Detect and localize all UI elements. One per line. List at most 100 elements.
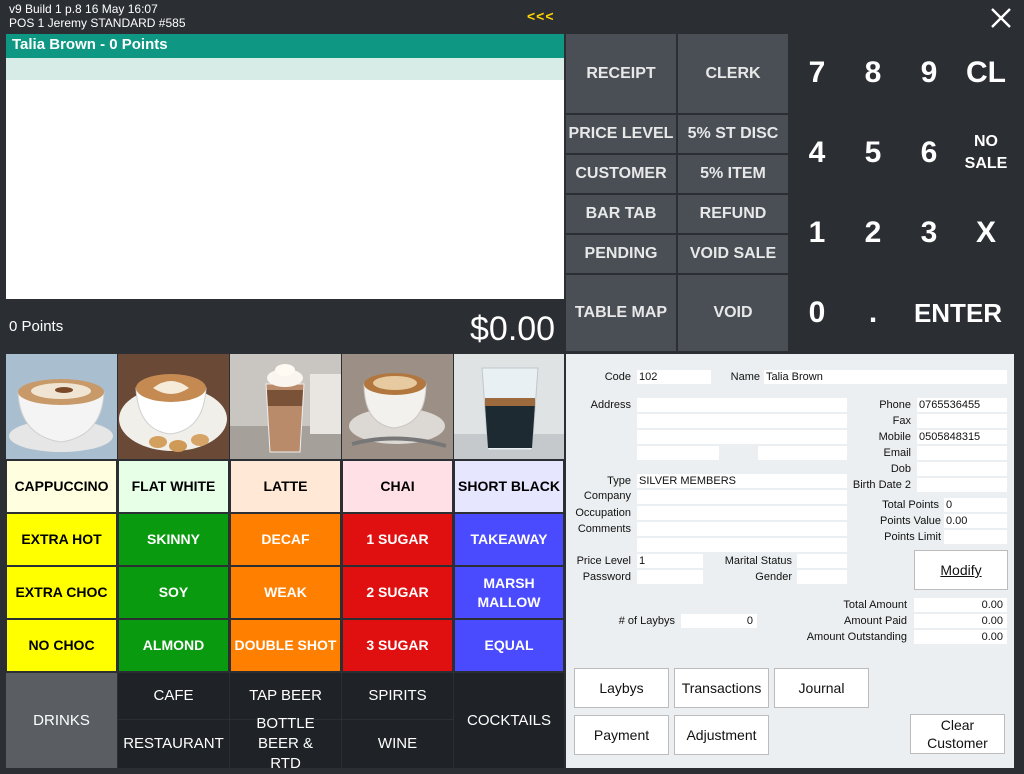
- comments-field[interactable]: [637, 522, 847, 536]
- void-sale-button[interactable]: VOID SALE: [678, 235, 788, 273]
- modify-button[interactable]: Modify: [914, 550, 1008, 590]
- category-spirits[interactable]: SPIRITS: [342, 673, 453, 719]
- modifier-takeaway[interactable]: TAKEAWAY: [454, 513, 564, 566]
- item-discount-button[interactable]: 5% ITEM: [678, 155, 788, 193]
- modifier-extra-hot[interactable]: EXTRA HOT: [6, 513, 117, 566]
- st-discount-button[interactable]: 5% ST DISC: [678, 115, 788, 153]
- key-decimal[interactable]: .: [846, 274, 900, 352]
- customer-button[interactable]: CUSTOMER: [566, 155, 676, 193]
- sale-items-list[interactable]: [6, 80, 564, 299]
- product-chai[interactable]: CHAI: [342, 460, 453, 513]
- phone-field[interactable]: 0765536455: [917, 398, 1007, 412]
- enter-button[interactable]: ENTER: [902, 274, 1014, 352]
- category-bottle-beer[interactable]: BOTTLE BEER & RTD: [230, 715, 341, 772]
- total-points-label: Total Points: [882, 499, 939, 511]
- modifier-decaf[interactable]: DECAF: [230, 513, 341, 566]
- category-cocktails[interactable]: COCKTAILS: [454, 673, 564, 768]
- password-field[interactable]: [637, 570, 703, 584]
- key-2[interactable]: 2: [846, 194, 900, 272]
- refund-button[interactable]: REFUND: [678, 195, 788, 233]
- category-cafe[interactable]: CAFE: [118, 673, 229, 719]
- product-flat-white[interactable]: FLAT WHITE: [118, 460, 229, 513]
- modifier-no-choc[interactable]: NO CHOC: [6, 619, 117, 672]
- marital-status-field[interactable]: [797, 554, 847, 568]
- modifier-1-sugar[interactable]: 1 SUGAR: [342, 513, 453, 566]
- product-cappuccino[interactable]: CAPPUCCINO: [6, 460, 117, 513]
- key-9[interactable]: 9: [902, 34, 956, 112]
- key-clear[interactable]: CL: [958, 34, 1014, 112]
- modifier-weak[interactable]: WEAK: [230, 566, 341, 619]
- clerk-button[interactable]: CLERK: [678, 34, 788, 113]
- key-1[interactable]: 1: [790, 194, 844, 272]
- key-5[interactable]: 5: [846, 114, 900, 192]
- modifier-skinny[interactable]: SKINNY: [118, 513, 229, 566]
- journal-button[interactable]: Journal: [774, 668, 869, 708]
- product-latte[interactable]: LATTE: [230, 460, 341, 513]
- latte-image[interactable]: [230, 354, 341, 459]
- table-map-button[interactable]: TABLE MAP: [566, 275, 676, 351]
- category-drinks[interactable]: DRINKS: [6, 673, 117, 768]
- fax-field[interactable]: [917, 414, 1007, 428]
- birth-date-2-field[interactable]: [917, 478, 1007, 492]
- address-postcode-field[interactable]: [758, 446, 847, 460]
- key-multiply[interactable]: X: [958, 194, 1014, 272]
- address-line2-field[interactable]: [637, 414, 847, 428]
- points-limit-field[interactable]: [944, 530, 1007, 544]
- modifier-3-sugar[interactable]: 3 SUGAR: [342, 619, 453, 672]
- modifier-equal[interactable]: EQUAL: [454, 619, 564, 672]
- dob-label: Dob: [890, 463, 911, 475]
- address-suburb-field[interactable]: [637, 446, 719, 460]
- key-3[interactable]: 3: [902, 194, 956, 272]
- category-wine[interactable]: WINE: [342, 720, 453, 768]
- modifier-2-sugar[interactable]: 2 SUGAR: [342, 566, 453, 619]
- cappuccino-image[interactable]: [6, 354, 117, 459]
- dob-field[interactable]: [917, 462, 1007, 476]
- void-button[interactable]: VOID: [678, 275, 788, 351]
- marital-status-label: Marital Status: [724, 555, 792, 567]
- price-level-field[interactable]: 1: [637, 554, 703, 568]
- total-amount-label: Total Amount: [843, 599, 907, 611]
- category-restaurant[interactable]: RESTAURANT: [118, 720, 229, 768]
- amount-outstanding-field: 0.00: [914, 630, 1007, 644]
- short-black-image[interactable]: [454, 354, 564, 459]
- pending-button[interactable]: PENDING: [566, 235, 676, 273]
- comments-label: Comments: [577, 523, 631, 535]
- key-8[interactable]: 8: [846, 34, 900, 112]
- modifier-extra-choc[interactable]: EXTRA CHOC: [6, 566, 117, 619]
- price-level-button[interactable]: PRICE LEVEL: [566, 115, 676, 153]
- key-4[interactable]: 4: [790, 114, 844, 192]
- key-0[interactable]: 0: [790, 274, 844, 352]
- mobile-field[interactable]: 0505848315: [917, 430, 1007, 444]
- modifier-soy[interactable]: SOY: [118, 566, 229, 619]
- fax-label: Fax: [892, 415, 911, 427]
- product-short-black[interactable]: SHORT BLACK: [454, 460, 564, 513]
- key-7[interactable]: 7: [790, 34, 844, 112]
- clear-customer-button[interactable]: Clear Customer: [910, 714, 1005, 754]
- category-tap-beer[interactable]: TAP BEER: [230, 673, 341, 719]
- code-field[interactable]: 102: [637, 370, 711, 384]
- modifier-almond[interactable]: ALMOND: [118, 619, 229, 672]
- gender-field[interactable]: [797, 570, 847, 584]
- occupation-field[interactable]: [637, 506, 847, 520]
- laybys-button[interactable]: Laybys: [574, 668, 669, 708]
- email-field[interactable]: [917, 446, 1007, 460]
- bar-tab-button[interactable]: BAR TAB: [566, 195, 676, 233]
- chai-image[interactable]: [342, 354, 453, 459]
- modifier-double-shot[interactable]: DOUBLE SHOT: [230, 619, 341, 672]
- transactions-button[interactable]: Transactions: [674, 668, 769, 708]
- address-line3-field[interactable]: [637, 430, 847, 444]
- address-line1-field[interactable]: [637, 398, 847, 412]
- adjustment-button[interactable]: Adjustment: [674, 715, 769, 755]
- type-field[interactable]: SILVER MEMBERS: [637, 474, 847, 488]
- modifier-marsh-mallow[interactable]: MARSH MALLOW: [454, 566, 564, 619]
- no-sale-button[interactable]: NO SALE: [958, 114, 1014, 192]
- receipt-button[interactable]: RECEIPT: [566, 34, 676, 113]
- key-6[interactable]: 6: [902, 114, 956, 192]
- close-icon[interactable]: [987, 4, 1015, 32]
- payment-button[interactable]: Payment: [574, 715, 669, 755]
- flat-white-image[interactable]: [118, 354, 229, 459]
- company-field[interactable]: [637, 490, 847, 504]
- collapse-arrows[interactable]: <<<: [527, 8, 555, 24]
- comments-field-2[interactable]: [637, 538, 847, 552]
- name-field[interactable]: Talia Brown: [764, 370, 1007, 384]
